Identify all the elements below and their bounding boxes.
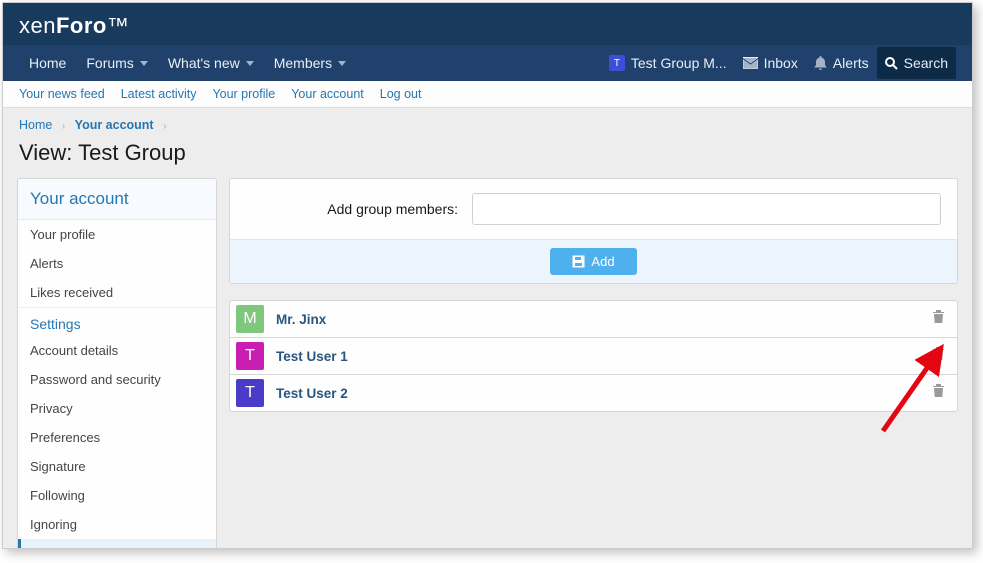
subnav-newsfeed[interactable]: Your news feed bbox=[19, 87, 105, 101]
sidebar-item-signature[interactable]: Signature bbox=[18, 452, 216, 481]
app-header: xenForo™ Home Forums What's new Members bbox=[3, 3, 972, 81]
nav-inbox-label: Inbox bbox=[764, 55, 798, 71]
sidebar-item-password[interactable]: Password and security bbox=[18, 365, 216, 394]
add-members-panel: Add group members: Add bbox=[229, 178, 958, 284]
breadcrumb-home[interactable]: Home bbox=[19, 118, 52, 132]
chevron-right-icon: › bbox=[157, 121, 172, 132]
subnav-account[interactable]: Your account bbox=[291, 87, 364, 101]
nav-whatsnew[interactable]: What's new bbox=[158, 47, 264, 79]
search-icon bbox=[885, 57, 898, 70]
add-members-input[interactable] bbox=[472, 193, 941, 225]
subnav-latest[interactable]: Latest activity bbox=[121, 87, 197, 101]
bell-icon bbox=[814, 56, 827, 70]
chevron-right-icon: › bbox=[56, 121, 71, 132]
nav-alerts-label: Alerts bbox=[833, 55, 869, 71]
breadcrumb-current[interactable]: Your account bbox=[75, 118, 154, 132]
nav-alerts[interactable]: Alerts bbox=[806, 47, 877, 79]
member-row: T Test User 2 bbox=[229, 374, 958, 412]
sub-navigation: Your news feed Latest activity Your prof… bbox=[3, 81, 972, 108]
nav-members[interactable]: Members bbox=[264, 47, 356, 79]
avatar: T bbox=[236, 342, 264, 370]
logo[interactable]: xenForo™ bbox=[19, 9, 956, 45]
sidebar-item-alerts[interactable]: Alerts bbox=[18, 249, 216, 278]
sidebar-subheading-settings: Settings bbox=[18, 307, 216, 336]
sidebar-item-preferences[interactable]: Preferences bbox=[18, 423, 216, 452]
member-name-link[interactable]: Test User 2 bbox=[276, 386, 914, 401]
save-icon bbox=[572, 255, 585, 268]
member-list: M Mr. Jinx T Test User 1 T Test User 2 bbox=[229, 300, 958, 412]
nav-label: Home bbox=[29, 55, 66, 71]
nav-user-name: Test Group M... bbox=[631, 55, 727, 71]
sidebar-item-likes[interactable]: Likes received bbox=[18, 278, 216, 307]
member-row: T Test User 1 bbox=[229, 337, 958, 374]
nav-forums[interactable]: Forums bbox=[76, 47, 157, 79]
sidebar-item-ignoring[interactable]: Ignoring bbox=[18, 510, 216, 539]
sidebar-item-privacy[interactable]: Privacy bbox=[18, 394, 216, 423]
subnav-logout[interactable]: Log out bbox=[380, 87, 422, 101]
chevron-down-icon bbox=[246, 61, 254, 66]
sidebar-item-moderated-groups[interactable]: Moderated groups bbox=[18, 539, 216, 549]
nav-inbox[interactable]: Inbox bbox=[735, 47, 806, 79]
member-name-link[interactable]: Mr. Jinx bbox=[276, 312, 914, 327]
member-row: M Mr. Jinx bbox=[229, 300, 958, 337]
chevron-down-icon bbox=[140, 61, 148, 66]
avatar: M bbox=[236, 305, 264, 333]
envelope-icon bbox=[743, 57, 758, 69]
trash-icon[interactable] bbox=[926, 342, 951, 370]
nav-label: Forums bbox=[86, 55, 133, 71]
nav-search-label: Search bbox=[904, 55, 948, 71]
member-name-link[interactable]: Test User 1 bbox=[276, 349, 914, 364]
avatar-chip: T bbox=[609, 55, 625, 71]
sidebar-item-following[interactable]: Following bbox=[18, 481, 216, 510]
chevron-down-icon bbox=[338, 61, 346, 66]
sidebar-item-account[interactable]: Account details bbox=[18, 336, 216, 365]
nav-search[interactable]: Search bbox=[877, 47, 956, 79]
add-button-label: Add bbox=[591, 254, 614, 269]
add-members-label: Add group members: bbox=[246, 201, 472, 217]
trash-icon[interactable] bbox=[926, 305, 951, 333]
main-navbar: Home Forums What's new Members T bbox=[3, 45, 972, 81]
add-button[interactable]: Add bbox=[550, 248, 636, 275]
sidebar-item-profile[interactable]: Your profile bbox=[18, 220, 216, 249]
subnav-profile[interactable]: Your profile bbox=[212, 87, 275, 101]
page-title: View: Test Group bbox=[3, 136, 972, 178]
avatar: T bbox=[236, 379, 264, 407]
nav-user[interactable]: T Test Group M... bbox=[601, 47, 735, 79]
nav-label: Members bbox=[274, 55, 332, 71]
account-sidebar: Your account Your profile Alerts Likes r… bbox=[17, 178, 217, 549]
sidebar-heading: Your account bbox=[18, 179, 216, 220]
trash-icon[interactable] bbox=[926, 379, 951, 407]
breadcrumb: Home › Your account › bbox=[3, 108, 972, 136]
nav-label: What's new bbox=[168, 55, 240, 71]
nav-home[interactable]: Home bbox=[19, 47, 76, 79]
